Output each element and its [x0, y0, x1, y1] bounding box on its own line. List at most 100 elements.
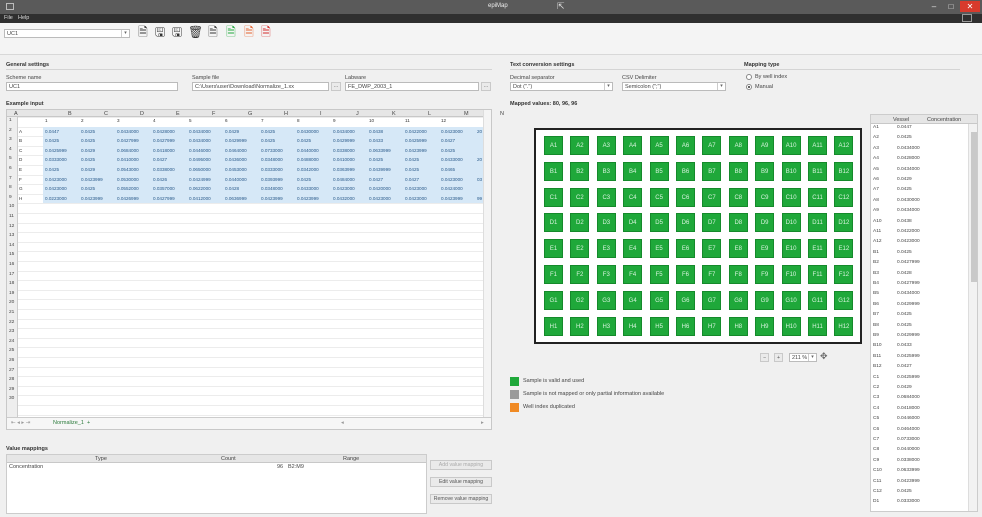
add-sheet-button[interactable]: + [87, 420, 90, 426]
grid-cell[interactable]: 0.0427 [153, 157, 189, 162]
grid-cell[interactable]: E [19, 167, 29, 172]
well-H12[interactable]: H12 [834, 316, 854, 336]
row-header-cell[interactable]: 1 [9, 118, 12, 123]
well-F5[interactable]: F5 [649, 265, 669, 284]
well-F1[interactable]: F1 [544, 265, 563, 284]
grid-cell[interactable]: 0.0423000 [45, 186, 81, 191]
grid-cell[interactable]: 0.0433000 [441, 157, 477, 162]
grid-cell[interactable]: 0.0425999 [405, 138, 441, 143]
well-G11[interactable]: G11 [808, 290, 827, 310]
grid-cell[interactable]: 0.0423000 [333, 186, 369, 191]
grid-cell[interactable]: 0.0733000 [261, 148, 297, 153]
well-G5[interactable]: G5 [649, 290, 669, 310]
export-green-icon[interactable]: 🗎 [225, 25, 237, 39]
grid-cell[interactable]: 0.0426 [153, 177, 189, 182]
well-F2[interactable]: F2 [570, 265, 590, 284]
add-value-mapping-button[interactable]: Add value mapping [430, 460, 492, 470]
remove-value-mapping-button[interactable]: Remove value mapping [430, 494, 492, 504]
well-B3[interactable]: B3 [596, 161, 616, 181]
row-header-cell[interactable]: 14 [9, 243, 14, 248]
grid-cell[interactable]: 0.0429999 [225, 138, 261, 143]
well-H8[interactable]: H8 [728, 316, 748, 336]
grid-cell[interactable]: 0.0429999 [333, 138, 369, 143]
grid-cell[interactable]: 0.0425 [297, 177, 333, 182]
grid-cell[interactable]: 0.0425 [81, 186, 117, 191]
grid-cell[interactable]: A [19, 129, 29, 134]
grid-cell[interactable]: 0.0429 [81, 167, 117, 172]
vessel-row[interactable]: B7 0.0425 [871, 312, 967, 319]
row-header-cell[interactable]: 25 [9, 348, 14, 353]
well-A10[interactable]: A10 [781, 136, 801, 155]
well-A12[interactable]: A12 [834, 136, 854, 155]
well-E5[interactable]: E5 [649, 239, 669, 259]
well-H10[interactable]: H10 [781, 316, 801, 336]
grid-cell[interactable]: 6 [225, 118, 228, 123]
vessel-row[interactable]: A11 0.0422000 [871, 229, 967, 236]
grid-cell[interactable]: 0.0410000 [117, 157, 153, 162]
grid-cell[interactable]: B [19, 138, 29, 143]
row-header-cell[interactable]: 4 [9, 147, 12, 152]
well-G6[interactable]: G6 [676, 290, 695, 310]
grid-cell[interactable]: 0.0543000 [117, 167, 153, 172]
well-E2[interactable]: E2 [570, 239, 590, 259]
well-F6[interactable]: F6 [676, 265, 695, 284]
well-D3[interactable]: D3 [596, 213, 616, 233]
well-G4[interactable]: G4 [623, 290, 643, 310]
grid-cell[interactable]: 0.0423000 [441, 177, 477, 182]
grid-cell[interactable]: 0.0423000 [405, 196, 441, 201]
grid-cell[interactable]: 0.0552000 [117, 186, 153, 191]
row-header-cell[interactable]: 26 [9, 358, 14, 363]
grid-cell[interactable]: 0.0434000 [189, 129, 225, 134]
grid-cell[interactable]: 0.0348000 [261, 157, 297, 162]
vessel-row[interactable]: C5 0.0446000 [871, 416, 967, 423]
zoom-in-button[interactable]: + [774, 353, 783, 362]
grid-cell[interactable]: 0.0439999 [369, 167, 405, 172]
well-B10[interactable]: B10 [781, 161, 801, 181]
grid-cell[interactable]: C [19, 148, 29, 153]
scheme-name-input[interactable]: UC1 [6, 82, 178, 91]
grid-cell[interactable]: F [19, 177, 29, 182]
spreadsheet-grid[interactable]: ABCDEFGHIJKLMN 1 2 3 4 5 6 7 8 9 10 11 12 13 14 15 16 17… [6, 109, 504, 430]
grid-cell[interactable]: 0.0363999 [333, 167, 369, 172]
row-header-cell[interactable]: 24 [9, 339, 14, 344]
zoom-out-button[interactable]: − [760, 353, 769, 362]
menu-help[interactable]: Help [18, 15, 29, 21]
grid-cell[interactable]: 0.0420000 [369, 186, 405, 191]
well-A3[interactable]: A3 [596, 136, 616, 155]
grid-cell[interactable]: 0.0636999 [225, 196, 261, 201]
save-as-icon[interactable]: 🖫 [171, 25, 183, 39]
grid-cell[interactable]: 0.0333000 [45, 157, 81, 162]
grid-cell[interactable]: 0.0650000 [189, 167, 225, 172]
vessel-row[interactable]: A9 0.0434000 [871, 208, 967, 215]
grid-cell[interactable]: 0.0432000 [333, 196, 369, 201]
grid-cell[interactable]: 0.0453000 [225, 167, 261, 172]
vessel-row[interactable]: B8 0.0425 [871, 323, 967, 330]
grid-cell[interactable]: 0.0530000 [117, 177, 153, 182]
grid-cell[interactable]: 0.0412000 [189, 196, 225, 201]
row-header-cell[interactable]: 16 [9, 262, 14, 267]
row-header-cell[interactable]: 5 [9, 156, 12, 161]
grid-cell[interactable]: 0.0333000 [261, 167, 297, 172]
grid-cell[interactable]: 0.0425 [81, 129, 117, 134]
well-H2[interactable]: H2 [570, 316, 590, 336]
vessel-row[interactable]: B3 0.0428 [871, 271, 967, 278]
grid-cell[interactable]: 0.0433000 [297, 186, 333, 191]
well-E1[interactable]: E1 [544, 239, 563, 259]
vessel-row[interactable]: B4 0.0427999 [871, 281, 967, 288]
well-F11[interactable]: F11 [808, 265, 827, 284]
grid-cell[interactable]: 0.0434000 [117, 129, 153, 134]
vessel-row[interactable]: B2 0.0427999 [871, 260, 967, 267]
well-B7[interactable]: B7 [702, 161, 722, 181]
well-A6[interactable]: A6 [676, 136, 695, 155]
vessel-row[interactable]: C8 0.0440000 [871, 447, 967, 454]
vessel-row[interactable]: C11 0.0423999 [871, 479, 967, 486]
row-header-cell[interactable]: 18 [9, 281, 14, 286]
grid-cell[interactable]: 0.0434000 [189, 138, 225, 143]
well-F4[interactable]: F4 [623, 265, 643, 284]
grid-cell[interactable]: D [19, 157, 29, 162]
grid-cell[interactable]: 0.0429 [225, 129, 261, 134]
save-icon[interactable]: 🖫 [154, 25, 166, 39]
well-E3[interactable]: E3 [596, 239, 616, 259]
grid-cell[interactable]: 0.0427 [369, 177, 405, 182]
well-F7[interactable]: F7 [702, 265, 722, 284]
